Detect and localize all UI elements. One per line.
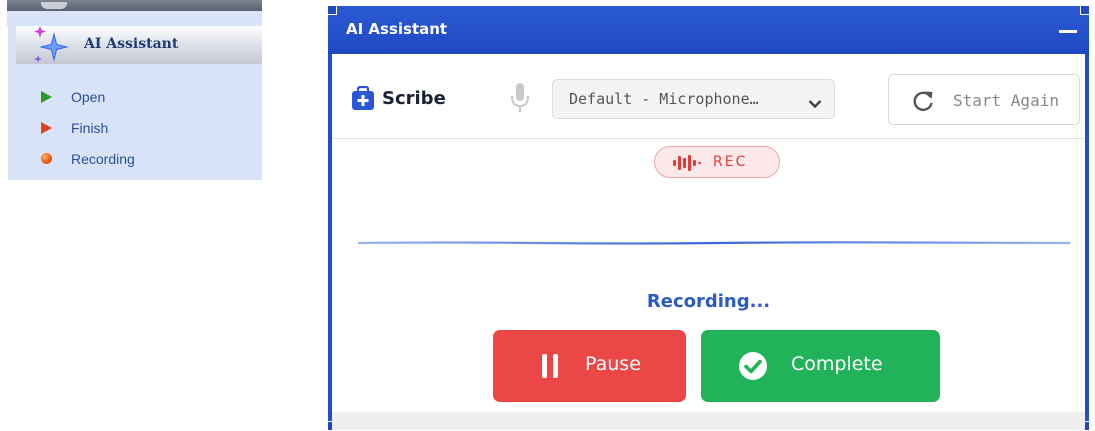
task-finish-label: Finish bbox=[71, 120, 109, 136]
panel-top-strip bbox=[7, 0, 262, 11]
complete-label: Complete bbox=[791, 353, 883, 375]
refresh-icon bbox=[911, 89, 935, 117]
panel-divider bbox=[7, 26, 8, 180]
toolbar: Scribe Default - Microphone… Start Again bbox=[332, 54, 1085, 139]
complete-button[interactable]: Complete bbox=[701, 330, 940, 402]
audio-wave-icon bbox=[673, 155, 707, 175]
task-panel: AI Assistant Open Finish Recording bbox=[7, 0, 262, 180]
task-finish[interactable]: Finish bbox=[41, 118, 108, 138]
task-recording-label: Recording bbox=[71, 151, 135, 167]
play-red-icon bbox=[41, 121, 55, 135]
pause-label: Pause bbox=[585, 353, 641, 375]
medical-bag-icon bbox=[352, 85, 374, 114]
task-recording[interactable]: Recording bbox=[41, 149, 135, 169]
rec-label: REC bbox=[713, 154, 748, 170]
window-titlebar[interactable]: AI Assistant bbox=[328, 6, 1089, 54]
resize-handle-top-left[interactable] bbox=[327, 5, 337, 15]
panel-title: AI Assistant bbox=[84, 36, 179, 52]
scribe-label: Scribe bbox=[382, 88, 446, 109]
panel-header-ai-assistant[interactable]: AI Assistant bbox=[16, 25, 262, 64]
resize-handle-top-right[interactable] bbox=[1080, 5, 1090, 15]
rec-badge: REC bbox=[654, 146, 780, 178]
microphone-select-value: Default - Microphone… bbox=[569, 90, 759, 108]
task-open-label: Open bbox=[71, 89, 106, 105]
task-open[interactable]: Open bbox=[41, 87, 105, 107]
sparkle-icon bbox=[32, 25, 72, 69]
pause-icon bbox=[541, 354, 559, 382]
window-client-area: Scribe Default - Microphone… Start Again… bbox=[332, 54, 1085, 430]
start-again-label: Start Again bbox=[953, 91, 1059, 110]
chevron-down-icon bbox=[808, 94, 822, 113]
microphone-select[interactable]: Default - Microphone… bbox=[552, 79, 835, 119]
pause-button[interactable]: Pause bbox=[493, 330, 686, 402]
recording-content: REC Recording... Pause Complete bbox=[332, 139, 1085, 430]
record-dot-icon bbox=[41, 152, 55, 166]
ai-assistant-window: AI Assistant Scribe Default - Microphone… bbox=[327, 5, 1090, 431]
window-title: AI Assistant bbox=[346, 20, 448, 38]
microphone-icon[interactable] bbox=[510, 82, 530, 118]
check-circle-icon bbox=[738, 351, 768, 385]
recording-status: Recording... bbox=[646, 291, 771, 312]
start-again-button[interactable]: Start Again bbox=[888, 74, 1080, 125]
bottom-strip bbox=[332, 412, 1085, 430]
play-green-icon bbox=[41, 90, 55, 104]
audio-waveform-line bbox=[357, 231, 1071, 245]
minimize-icon[interactable] bbox=[1059, 30, 1077, 33]
